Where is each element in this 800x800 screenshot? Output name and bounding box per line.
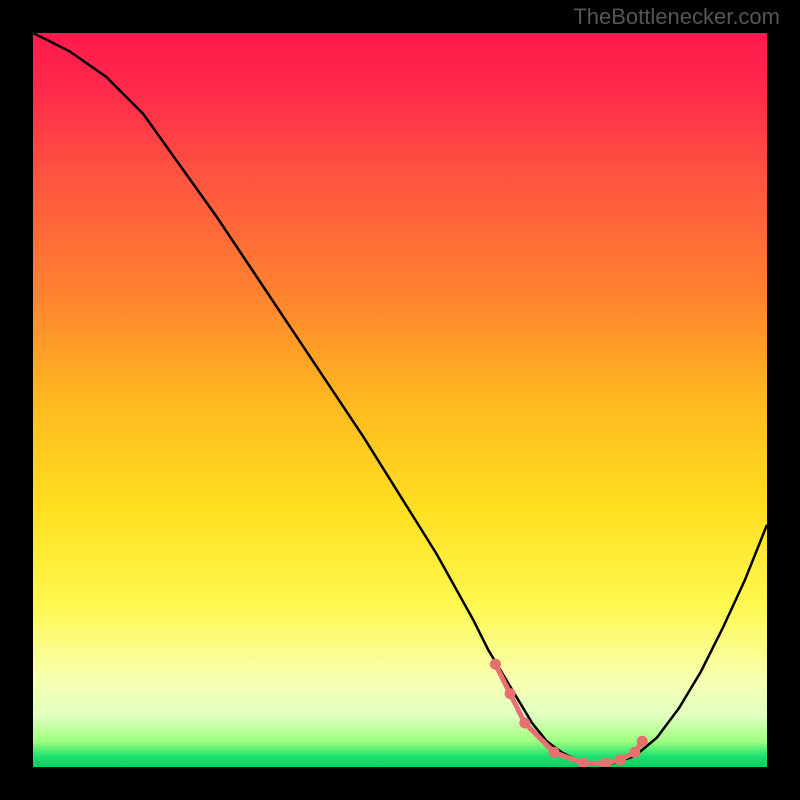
marker-dot xyxy=(549,747,560,758)
marker-dot xyxy=(490,659,501,670)
marker-dot xyxy=(519,718,530,729)
chart-area xyxy=(33,33,767,767)
optimal-markers-line xyxy=(495,664,642,763)
marker-dot xyxy=(637,736,648,747)
marker-dot xyxy=(505,688,516,699)
chart-overlay xyxy=(33,33,767,767)
marker-dot xyxy=(578,758,589,767)
optimal-markers xyxy=(490,659,648,767)
marker-dot xyxy=(615,754,626,765)
marker-dot xyxy=(629,747,640,758)
watermark-text: TheBottlenecker.com xyxy=(573,4,780,30)
bottleneck-curve xyxy=(33,33,767,763)
marker-dot xyxy=(600,758,611,767)
